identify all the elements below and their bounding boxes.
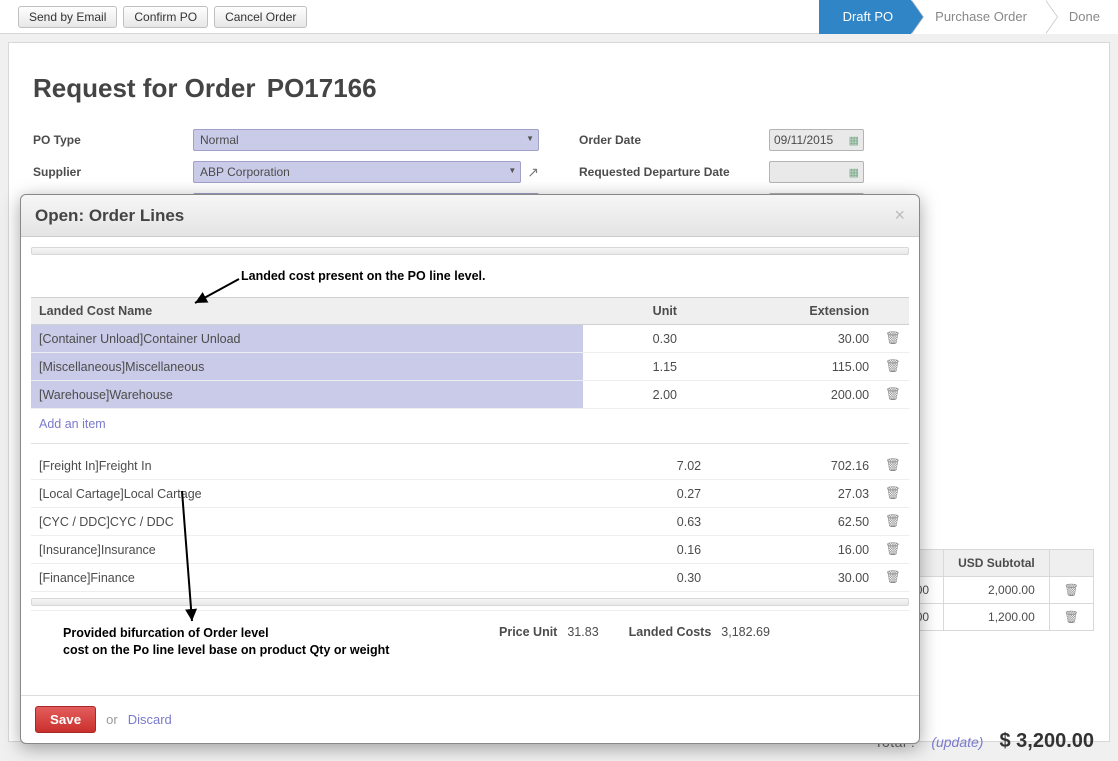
landed-cost-name[interactable]: [Container Unload]Container Unload [31,325,583,353]
landed-cost-name[interactable]: [Miscellaneous]Miscellaneous [31,353,583,381]
extension-value: 62.50 [709,508,877,536]
trash-icon[interactable]: 🗑 [877,508,909,536]
table-row[interactable]: [Freight In]Freight In7.02702.16🗑 [31,452,909,480]
unit-value: 0.16 [584,536,709,564]
unit-value: 0.27 [584,480,709,508]
table-row[interactable]: [Warehouse]Warehouse2.00200.00🗑 [31,381,909,409]
unit-value: 0.30 [583,325,685,353]
trash-icon[interactable]: 🗑 [877,536,909,564]
table-row[interactable]: [Finance]Finance0.3030.00🗑 [31,564,909,592]
unit-value: 0.63 [584,508,709,536]
unit-value: 1.15 [583,353,685,381]
discard-link[interactable]: Discard [128,712,172,727]
annotation-landed-cost: Landed cost present on the PO line level… [241,269,486,283]
landed-cost-name[interactable]: [CYC / DDC]CYC / DDC [31,508,584,536]
or-text: or [106,712,118,727]
landed-cost-table-2: [Freight In]Freight In7.02702.16🗑[Local … [31,452,909,592]
unit-value: 7.02 [584,452,709,480]
trash-icon[interactable]: 🗑 [877,480,909,508]
table-row[interactable]: [Container Unload]Container Unload0.3030… [31,325,909,353]
trash-icon[interactable]: 🗑 [877,353,909,381]
extension-value: 30.00 [685,325,877,353]
unit-value: 0.30 [584,564,709,592]
col-unit: Unit [583,298,685,325]
extension-value: 16.00 [709,536,877,564]
trash-icon[interactable]: 🗑 [877,452,909,480]
extension-value: 200.00 [685,381,877,409]
landed-cost-table: Landed Cost Name Unit Extension [Contain… [31,297,909,409]
landed-cost-name[interactable]: [Insurance]Insurance [31,536,584,564]
extension-value: 27.03 [709,480,877,508]
summary-row: Price Unit31.83 Landed Costs3,182.69 [31,610,909,643]
trash-icon[interactable]: 🗑 [877,325,909,353]
save-button[interactable]: Save [35,706,96,733]
extension-value: 115.00 [685,353,877,381]
unit-value: 2.00 [583,381,685,409]
col-extension: Extension [685,298,877,325]
landed-cost-name[interactable]: [Freight In]Freight In [31,452,584,480]
collapsed-section[interactable] [31,247,909,255]
landed-cost-name[interactable]: [Warehouse]Warehouse [31,381,583,409]
order-lines-modal: Open: Order Lines × Landed cost present … [20,194,920,744]
landed-cost-name[interactable]: [Local Cartage]Local Cartage [31,480,584,508]
landed-cost-name[interactable]: [Finance]Finance [31,564,584,592]
trash-icon[interactable]: 🗑 [877,564,909,592]
table-row[interactable]: [Insurance]Insurance0.1616.00🗑 [31,536,909,564]
extension-value: 702.16 [709,452,877,480]
table-row[interactable]: [Local Cartage]Local Cartage0.2727.03🗑 [31,480,909,508]
extension-value: 30.00 [709,564,877,592]
trash-icon[interactable]: 🗑 [877,381,909,409]
add-item-link[interactable]: Add an item [31,409,909,439]
modal-title: Open: Order Lines [35,206,184,226]
close-icon[interactable]: × [894,205,905,226]
collapsed-section[interactable] [31,598,909,606]
col-landed-cost-name: Landed Cost Name [31,298,583,325]
table-row[interactable]: [Miscellaneous]Miscellaneous1.15115.00🗑 [31,353,909,381]
table-row[interactable]: [CYC / DDC]CYC / DDC0.6362.50🗑 [31,508,909,536]
